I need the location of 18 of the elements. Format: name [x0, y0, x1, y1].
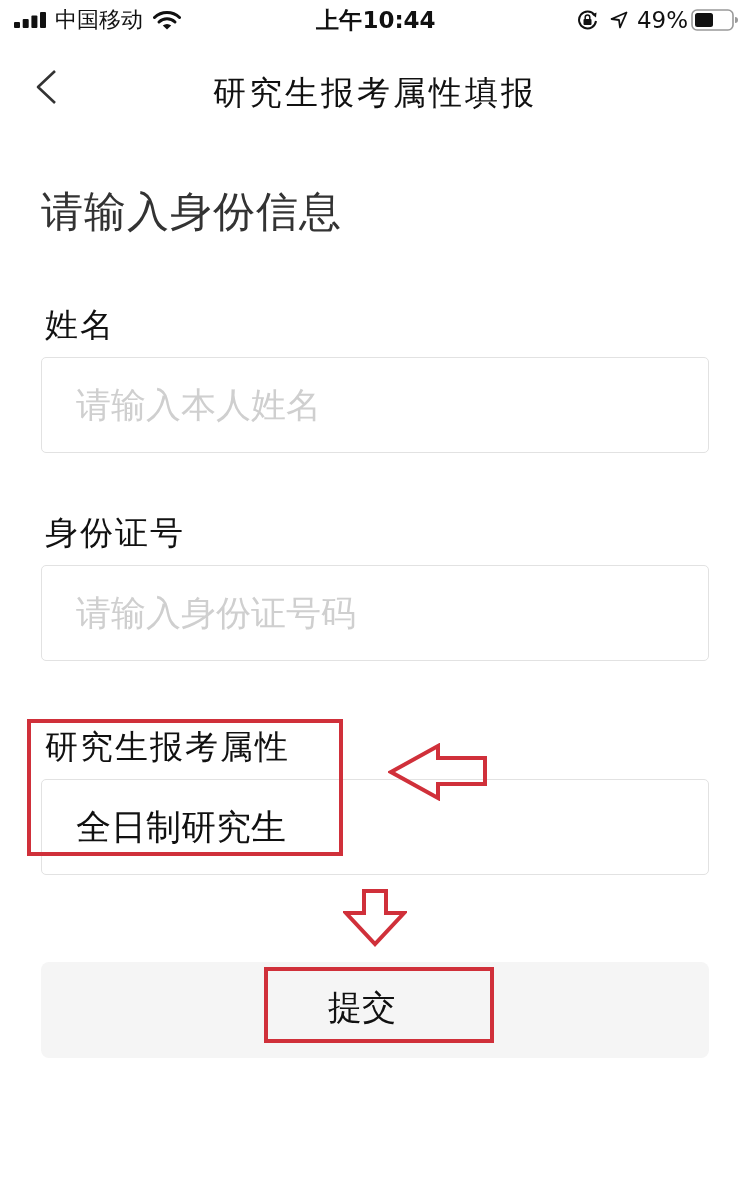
field-label: 研究生报考属性 — [44, 727, 291, 767]
left-arrow-icon — [388, 743, 488, 801]
signal-icon — [14, 12, 46, 28]
location-arrow-icon — [609, 11, 628, 29]
down-arrow-icon — [343, 889, 407, 947]
field-label: 身份证号 — [44, 513, 186, 553]
wifi-icon — [153, 10, 181, 30]
rotation-lock-icon — [576, 10, 598, 30]
battery-icon — [691, 9, 738, 31]
submit-button[interactable]: 提交 — [41, 962, 709, 1058]
form-heading: 请输入身份信息 — [41, 187, 343, 237]
back-chevron-icon[interactable] — [34, 69, 58, 105]
clock-time: 上午10:44 — [316, 6, 436, 34]
page-title: 研究生报考属性填报 — [213, 73, 537, 113]
field-label: 姓名 — [44, 305, 116, 345]
input-field[interactable]: 全日制研究生 — [41, 779, 709, 875]
battery-percent: 49% — [636, 6, 688, 34]
carrier-name: 中国移动 — [55, 6, 143, 34]
